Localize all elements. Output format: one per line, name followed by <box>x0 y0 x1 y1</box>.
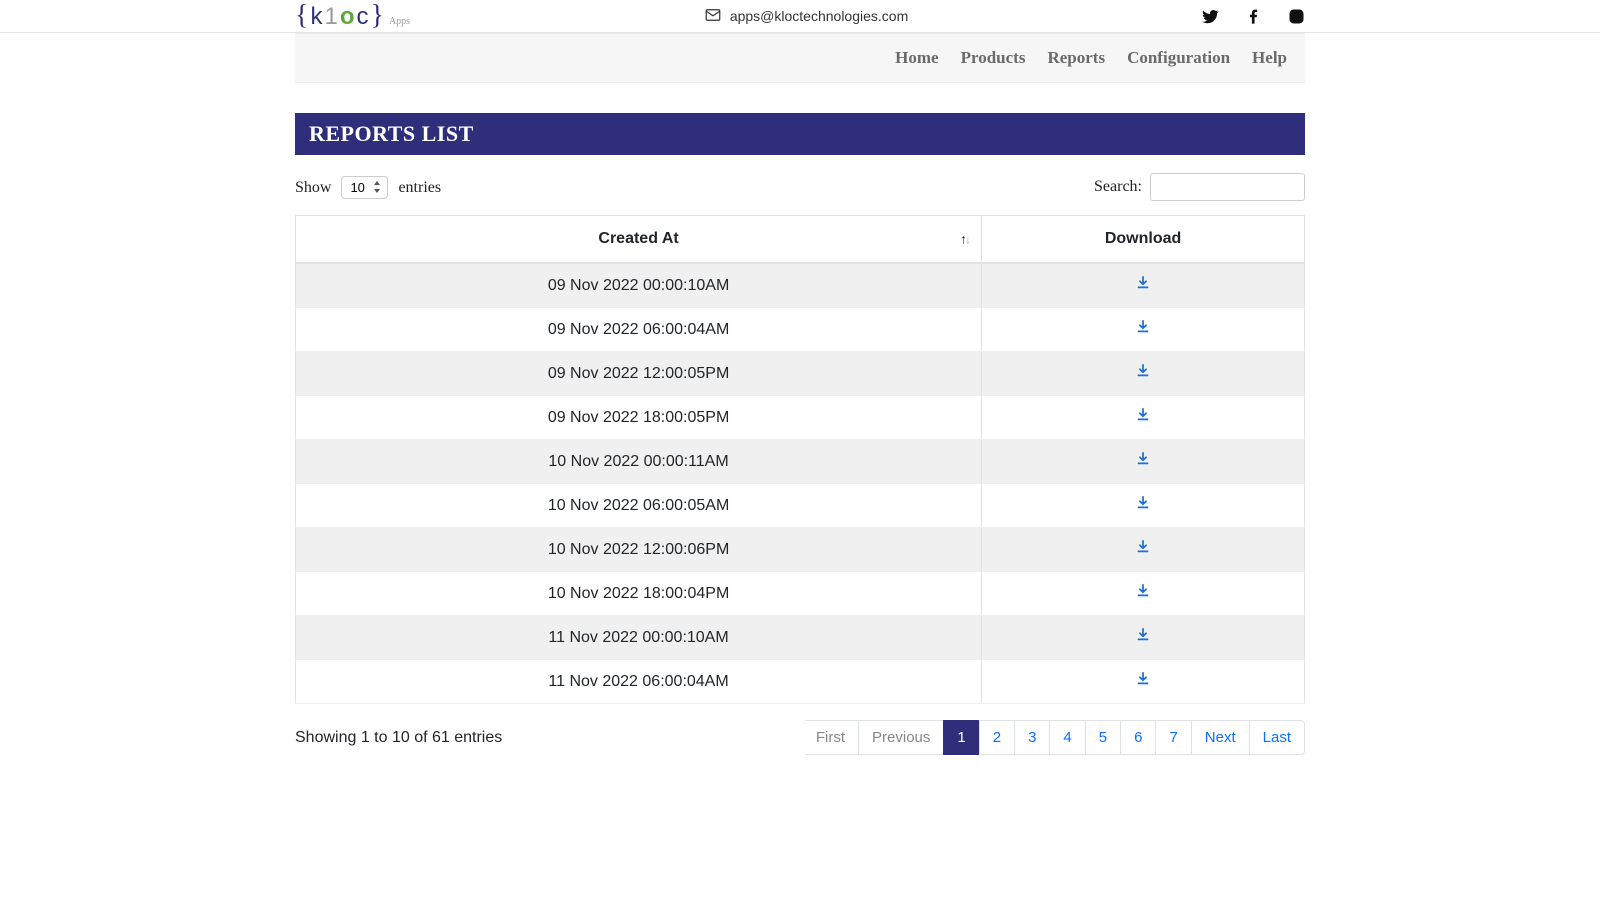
download-icon[interactable] <box>1136 276 1150 290</box>
cell-download <box>982 352 1305 396</box>
pagination-page-6[interactable]: 6 <box>1120 720 1156 755</box>
table-row: 09 Nov 2022 18:00:05PM <box>296 396 1305 440</box>
pagination-page-2[interactable]: 2 <box>979 720 1015 755</box>
pagination-next[interactable]: Next <box>1191 720 1250 755</box>
cell-created-at: 09 Nov 2022 00:00:10AM <box>296 263 982 308</box>
cell-download <box>982 572 1305 616</box>
column-header-created-at[interactable]: Created At ↑↓ <box>296 216 982 264</box>
cell-created-at: 10 Nov 2022 12:00:06PM <box>296 528 982 572</box>
cell-download <box>982 484 1305 528</box>
cell-created-at: 11 Nov 2022 00:00:10AM <box>296 616 982 660</box>
nav-item-help[interactable]: Help <box>1252 48 1287 68</box>
facebook-icon[interactable] <box>1245 8 1262 25</box>
nav-item-configuration[interactable]: Configuration <box>1127 48 1230 68</box>
pagination-page-1[interactable]: 1 <box>943 720 979 755</box>
search-input[interactable] <box>1150 173 1305 201</box>
nav-item-products[interactable]: Products <box>961 48 1026 68</box>
pagination-page-5[interactable]: 5 <box>1085 720 1121 755</box>
pagination-page-3[interactable]: 3 <box>1014 720 1050 755</box>
download-icon[interactable] <box>1136 672 1150 686</box>
cell-download <box>982 660 1305 704</box>
social-links <box>1202 8 1305 25</box>
twitter-icon[interactable] <box>1202 8 1219 25</box>
pagination: FirstPrevious1234567NextLast <box>803 720 1305 755</box>
cell-created-at: 09 Nov 2022 06:00:04AM <box>296 308 982 352</box>
cell-created-at: 10 Nov 2022 06:00:05AM <box>296 484 982 528</box>
table-row: 11 Nov 2022 06:00:04AM <box>296 660 1305 704</box>
download-icon[interactable] <box>1136 540 1150 554</box>
search-label: Search: <box>1094 178 1142 196</box>
cell-download <box>982 440 1305 484</box>
cell-download <box>982 396 1305 440</box>
nav-item-home[interactable]: Home <box>895 48 938 68</box>
pagination-last[interactable]: Last <box>1249 720 1305 755</box>
cell-created-at: 11 Nov 2022 06:00:04AM <box>296 660 982 704</box>
mail-icon <box>704 6 722 27</box>
download-icon[interactable] <box>1136 628 1150 642</box>
cell-created-at: 09 Nov 2022 12:00:05PM <box>296 352 982 396</box>
page-size-control: Show 10 entries <box>295 176 441 199</box>
sort-icon: ↑↓ <box>960 232 969 247</box>
download-icon[interactable] <box>1136 320 1150 334</box>
column-header-download[interactable]: Download <box>982 216 1305 264</box>
table-row: 09 Nov 2022 12:00:05PM <box>296 352 1305 396</box>
download-icon[interactable] <box>1136 364 1150 378</box>
download-icon[interactable] <box>1136 408 1150 422</box>
column-header-download-label: Download <box>1105 230 1181 247</box>
logo-suffix: Apps <box>389 16 410 27</box>
pagination-page-4[interactable]: 4 <box>1049 720 1085 755</box>
table-row: 09 Nov 2022 06:00:04AM <box>296 308 1305 352</box>
column-header-created-at-label: Created At <box>598 230 678 247</box>
contact-email-text: apps@kloctechnologies.com <box>730 8 908 24</box>
download-icon[interactable] <box>1136 584 1150 598</box>
brand-logo[interactable]: {k1oc}Apps <box>295 0 410 32</box>
nav-item-reports[interactable]: Reports <box>1047 48 1105 68</box>
table-row: 10 Nov 2022 18:00:04PM <box>296 572 1305 616</box>
pagination-page-7[interactable]: 7 <box>1155 720 1191 755</box>
pagination-previous: Previous <box>858 720 944 755</box>
cell-download <box>982 308 1305 352</box>
cell-download <box>982 528 1305 572</box>
table-info-text: Showing 1 to 10 of 61 entries <box>295 729 502 747</box>
table-row: 10 Nov 2022 00:00:11AM <box>296 440 1305 484</box>
cell-download <box>982 616 1305 660</box>
table-row: 09 Nov 2022 00:00:10AM <box>296 263 1305 308</box>
table-row: 11 Nov 2022 00:00:10AM <box>296 616 1305 660</box>
page-title: REPORTS LIST <box>295 113 1305 155</box>
cell-download <box>982 263 1305 308</box>
main-nav: Home Products Reports Configuration Help <box>295 33 1305 83</box>
download-icon[interactable] <box>1136 452 1150 466</box>
page-size-select[interactable]: 10 <box>341 176 388 199</box>
contact-email[interactable]: apps@kloctechnologies.com <box>704 6 908 27</box>
table-row: 10 Nov 2022 06:00:05AM <box>296 484 1305 528</box>
instagram-icon[interactable] <box>1288 8 1305 25</box>
cell-created-at: 10 Nov 2022 18:00:04PM <box>296 572 982 616</box>
pagination-first: First <box>803 720 859 755</box>
show-label-suffix: entries <box>398 179 441 196</box>
reports-table: Created At ↑↓ Download 09 Nov 2022 00:00… <box>295 215 1305 704</box>
table-row: 10 Nov 2022 12:00:06PM <box>296 528 1305 572</box>
download-icon[interactable] <box>1136 496 1150 510</box>
show-label-prefix: Show <box>295 179 331 196</box>
cell-created-at: 09 Nov 2022 18:00:05PM <box>296 396 982 440</box>
cell-created-at: 10 Nov 2022 00:00:11AM <box>296 440 982 484</box>
